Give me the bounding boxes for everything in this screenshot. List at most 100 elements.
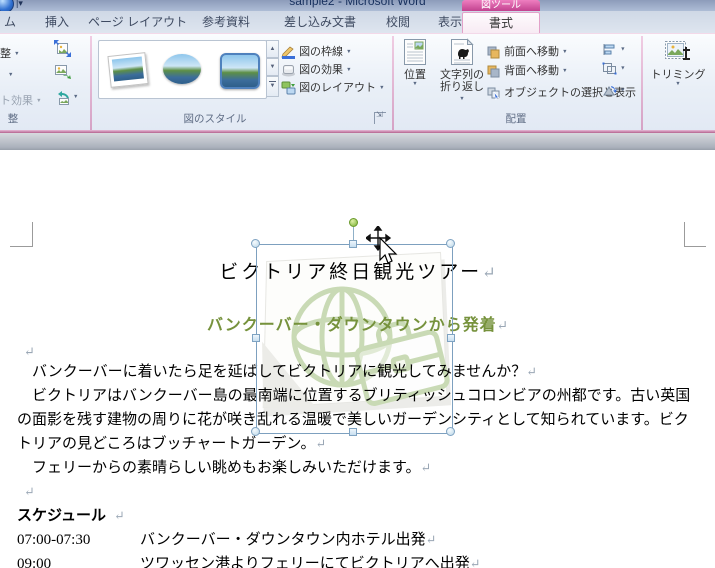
adjust-group-label: 整 [7,113,19,125]
picture-effects-label: 図の効果 [299,64,344,76]
schedule-heading: スケジュール ↵ [17,508,125,524]
picture-border-button[interactable]: 図の枠線 ▼ [281,43,352,60]
ribbon: 整 ▼ ▼ ト効果 ▼ ▼ 整 ▲ ▼ ▼ 図の枠線 ▼ 図の効果 ▼ 図のレイ… [0,33,715,131]
paragraph-mark: ↵ [24,485,35,499]
paragraph-mark: ↵ [113,509,125,523]
corrections-label: 整 [0,48,11,60]
chevron-down-icon: ▼ [346,67,352,74]
crop-button[interactable]: トリミング ▼ [650,38,706,104]
word-window: |▾ sample2 - Microsoft Word 図ツール ム 挿入 ペー… [0,0,715,568]
chevron-down-icon: ▼ [346,49,352,56]
up-arrow-icon: ▲ [269,46,276,52]
tab-page-layout[interactable]: ページ レイアウト [88,11,187,33]
body-paragraph: フェリーからの素晴らしい眺めもお楽しみいただけます。↵ [17,460,432,476]
chevron-down-icon: ▼ [459,96,465,103]
chevron-down-icon: ▼ [8,72,14,79]
schedule-time: 09:00 [17,556,52,568]
margin-cropmark-right [684,222,685,247]
margin-cropmark-left [10,246,33,247]
picture-style-2[interactable] [159,48,205,92]
wrap-text-icon [451,38,474,65]
send-backward-label: 背面へ移動 [504,65,560,77]
reset-picture-button[interactable]: ▼ [54,88,78,108]
position-icon [404,39,426,65]
chevron-down-icon: ▼ [73,94,79,100]
bring-forward-button[interactable]: 前面へ移動 ▼ [487,43,568,59]
picture-effects-button[interactable]: 図の効果 ▼ [281,61,352,77]
tab-mailings[interactable]: 差し込み文書 [270,11,370,33]
chevron-down-icon: ▼ [14,51,20,58]
document-top-gutter [0,133,715,150]
gallery-scrollbar: ▲ ▼ ▼ [266,40,279,97]
selection-pane-icon [487,87,500,100]
tab-insert[interactable]: 挿入 [32,11,82,33]
position-label: 位置 [404,69,426,81]
change-picture-icon [55,65,71,79]
picture-style-3[interactable] [215,48,261,92]
send-backward-button[interactable]: 背面へ移動 ▼ [487,62,568,78]
picture-selection-frame[interactable] [256,244,453,434]
tab-review[interactable]: 校閲 [374,11,422,33]
resize-handle-bottom-right[interactable] [446,427,455,436]
schedule-row: 07:00-07:30 バンクーバー・ダウンタウン内ホテル出発↵ [17,528,703,552]
resize-handle-bottom-left[interactable] [251,427,260,436]
paragraph-mark: ↵ [24,344,35,359]
chevron-down-icon: ▼ [36,98,42,105]
tab-format-active[interactable]: 書式 [462,12,540,34]
chevron-down-icon: ▼ [620,65,626,72]
group-objects-button[interactable]: ▼ [602,62,626,75]
title-bar: |▾ sample2 - Microsoft Word [0,0,715,11]
schedule-desc: ツワッセン港よりフェリーにてビクトリアへ出発 [140,556,470,568]
send-backward-icon [487,65,500,78]
picture-style-1[interactable] [104,48,150,92]
picture-styles-gallery[interactable] [98,40,267,99]
align-objects-icon [603,44,615,55]
resize-handle-top-right[interactable] [446,239,455,248]
picture-tools-label: 図ツール [481,0,521,11]
resize-handle-bottom-center[interactable] [349,428,357,436]
chevron-down-icon: ▼ [412,81,418,87]
down-arrow-icon: ▼ [269,64,276,70]
picture-layout-icon [281,81,296,95]
tab-references[interactable]: 参考資料 [188,11,264,33]
resize-handle-top-center[interactable] [349,240,357,248]
tab-home-partial[interactable]: ム [0,11,20,33]
wrap-text-button[interactable]: 文字列の 折り返し ▼ [438,38,486,104]
move-cursor-icon [364,224,398,264]
wrap-text-label-line2: 折り返し [440,81,484,93]
color-button[interactable]: ▼ [8,69,13,81]
window-title: sample2 - Microsoft Word [289,0,426,8]
gallery-scroll-down-button[interactable]: ▼ [266,58,279,76]
paragraph-mark: ↵ [425,533,437,547]
wrap-text-label-line1: 文字列の [440,69,484,81]
position-button[interactable]: 位置 ▼ [396,38,434,104]
chevron-down-icon: ▼ [379,85,385,92]
rotate-handle[interactable] [349,218,358,227]
document-page[interactable]: ビクトリア終日観光ツアー↵ バンクーバー・ダウンタウンから発着↵ ↵ バンクーバ… [0,150,715,568]
arrange-group-label: 配置 [505,113,527,125]
picture-styles-dialog-launcher-icon[interactable] [374,110,386,124]
crop-icon [665,41,690,60]
corrections-button[interactable]: 整 ▼ [0,45,20,61]
artistic-effects-button: ト効果 ▼ [0,92,42,108]
align-objects-button[interactable]: ▼ [602,43,626,56]
picture-border-icon [281,46,295,60]
compress-pictures-button[interactable] [54,40,71,60]
gallery-scroll-up-button[interactable]: ▲ [266,40,279,58]
resize-handle-middle-left[interactable] [252,334,260,342]
bring-forward-label: 前面へ移動 [504,46,560,58]
resize-handle-top-left[interactable] [251,239,260,248]
gallery-more-button[interactable]: ▼ [266,76,279,97]
rotate-objects-button[interactable]: ▼ [602,84,626,97]
chevron-down-icon: ▼ [675,81,681,87]
margin-cropmark-right [684,246,706,247]
chevron-down-icon: ▼ [620,46,626,53]
artistic-effects-label: ト効果 [0,95,33,107]
resize-handle-middle-right[interactable] [447,334,455,342]
empty-paragraph: ↵ [17,480,703,504]
picture-layout-button[interactable]: 図のレイアウト ▼ [281,79,385,95]
change-picture-button[interactable] [54,64,71,84]
group-objects-icon [602,62,617,75]
paragraph-mark: ↵ [315,437,327,451]
picture-styles-group-label: 図のスタイル [183,113,247,125]
